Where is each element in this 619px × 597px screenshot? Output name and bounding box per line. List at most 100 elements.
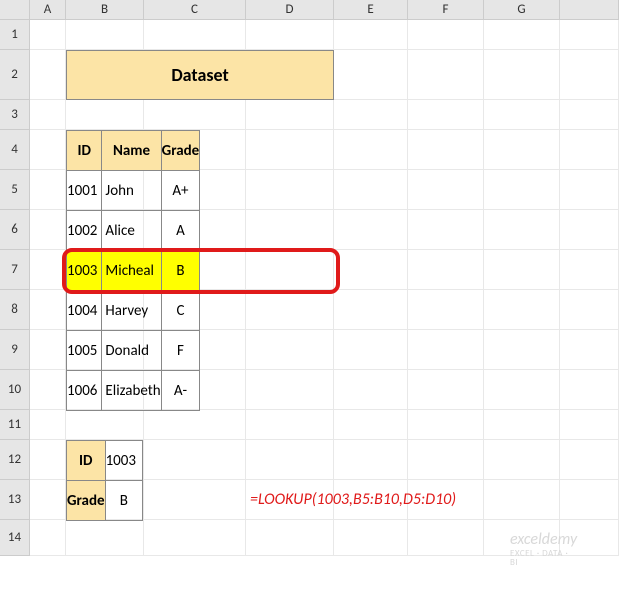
cell[interactable] <box>334 170 408 210</box>
cell-grade[interactable]: C <box>161 291 200 331</box>
cell-id[interactable]: 1004 <box>67 291 102 331</box>
cell[interactable] <box>66 410 144 440</box>
cell[interactable] <box>334 20 408 50</box>
cell[interactable] <box>30 170 66 210</box>
cell[interactable] <box>560 170 619 210</box>
cell[interactable] <box>334 210 408 250</box>
row-head-6[interactable]: 6 <box>0 210 30 250</box>
cell[interactable] <box>408 170 484 210</box>
cell[interactable] <box>484 480 560 520</box>
cell[interactable] <box>30 250 66 290</box>
row-head-12[interactable]: 12 <box>0 440 30 480</box>
cell[interactable] <box>30 520 66 556</box>
cell[interactable] <box>246 370 334 410</box>
cell[interactable] <box>560 330 619 370</box>
cell[interactable] <box>408 440 484 480</box>
lookup-id-label[interactable]: ID <box>67 441 106 481</box>
cell[interactable] <box>66 20 144 50</box>
cell-grade[interactable]: B <box>161 251 200 291</box>
cell[interactable] <box>408 20 484 50</box>
select-all-corner[interactable] <box>0 0 30 20</box>
col-head-D[interactable]: D <box>246 0 334 20</box>
lookup-id-value[interactable]: 1003 <box>105 441 142 481</box>
cell[interactable] <box>408 330 484 370</box>
cell[interactable] <box>246 440 334 480</box>
cell[interactable] <box>560 410 619 440</box>
cell[interactable] <box>246 410 334 440</box>
dataset-title[interactable]: Dataset <box>66 50 334 100</box>
cell[interactable] <box>408 100 484 130</box>
cell[interactable] <box>144 480 246 520</box>
row-head-9[interactable]: 9 <box>0 330 30 370</box>
row-head-1[interactable]: 1 <box>0 20 30 50</box>
cell[interactable] <box>334 100 408 130</box>
cell[interactable] <box>560 250 619 290</box>
cell[interactable] <box>408 290 484 330</box>
cell[interactable] <box>408 50 484 100</box>
cell[interactable] <box>30 410 66 440</box>
cell[interactable] <box>246 100 334 130</box>
col-head-F[interactable]: F <box>408 0 484 20</box>
cell-id[interactable]: 1001 <box>67 171 102 211</box>
cell-id[interactable]: 1003 <box>67 251 102 291</box>
cell-name[interactable]: Harvey <box>102 291 161 331</box>
cell[interactable] <box>144 440 246 480</box>
cell[interactable] <box>246 20 334 50</box>
cell-grade[interactable]: A <box>161 211 200 251</box>
cell[interactable] <box>408 370 484 410</box>
cell[interactable] <box>30 370 66 410</box>
cell[interactable] <box>66 100 144 130</box>
col-head-A[interactable]: A <box>30 0 66 20</box>
cell[interactable] <box>246 130 334 170</box>
cell[interactable] <box>560 370 619 410</box>
cell[interactable] <box>334 370 408 410</box>
header-id[interactable]: ID <box>67 131 102 171</box>
cell[interactable] <box>246 520 334 556</box>
cell[interactable] <box>30 440 66 480</box>
cell[interactable] <box>408 210 484 250</box>
cell[interactable] <box>334 330 408 370</box>
cell[interactable] <box>246 170 334 210</box>
cell[interactable] <box>484 170 560 210</box>
cell[interactable] <box>334 250 408 290</box>
cell[interactable] <box>484 210 560 250</box>
cell[interactable] <box>560 480 619 520</box>
cell[interactable] <box>30 130 66 170</box>
cell[interactable] <box>484 20 560 50</box>
cell[interactable] <box>144 520 246 556</box>
row-head-13[interactable]: 13 <box>0 480 30 520</box>
cell[interactable] <box>30 210 66 250</box>
cell[interactable] <box>144 410 246 440</box>
cell[interactable] <box>334 290 408 330</box>
cell[interactable] <box>484 50 560 100</box>
cell[interactable] <box>246 290 334 330</box>
cell-grade[interactable]: A- <box>161 371 200 411</box>
cell-id[interactable]: 1006 <box>67 371 102 411</box>
cell[interactable] <box>334 50 408 100</box>
row-head-11[interactable]: 11 <box>0 410 30 440</box>
cell[interactable] <box>560 20 619 50</box>
cell[interactable] <box>30 330 66 370</box>
lookup-grade-value[interactable]: B <box>105 481 142 521</box>
cell[interactable] <box>408 130 484 170</box>
cell-grade[interactable]: A+ <box>161 171 200 211</box>
row-head-2[interactable]: 2 <box>0 50 30 100</box>
header-name[interactable]: Name <box>102 131 161 171</box>
cell-name[interactable]: Donald <box>102 331 161 371</box>
cell-name[interactable]: Elizabeth <box>102 371 161 411</box>
col-head-G[interactable]: G <box>484 0 560 20</box>
cell[interactable] <box>408 410 484 440</box>
cell[interactable] <box>484 290 560 330</box>
cell[interactable] <box>560 210 619 250</box>
cell[interactable] <box>484 330 560 370</box>
cell[interactable] <box>246 210 334 250</box>
cell-name[interactable]: John <box>102 171 161 211</box>
cell[interactable] <box>144 20 246 50</box>
cell[interactable] <box>30 50 66 100</box>
col-head-E[interactable]: E <box>334 0 408 20</box>
cell-grade[interactable]: F <box>161 331 200 371</box>
row-head-3[interactable]: 3 <box>0 100 30 130</box>
cell[interactable] <box>66 520 144 556</box>
cell[interactable] <box>560 290 619 330</box>
row-head-5[interactable]: 5 <box>0 170 30 210</box>
